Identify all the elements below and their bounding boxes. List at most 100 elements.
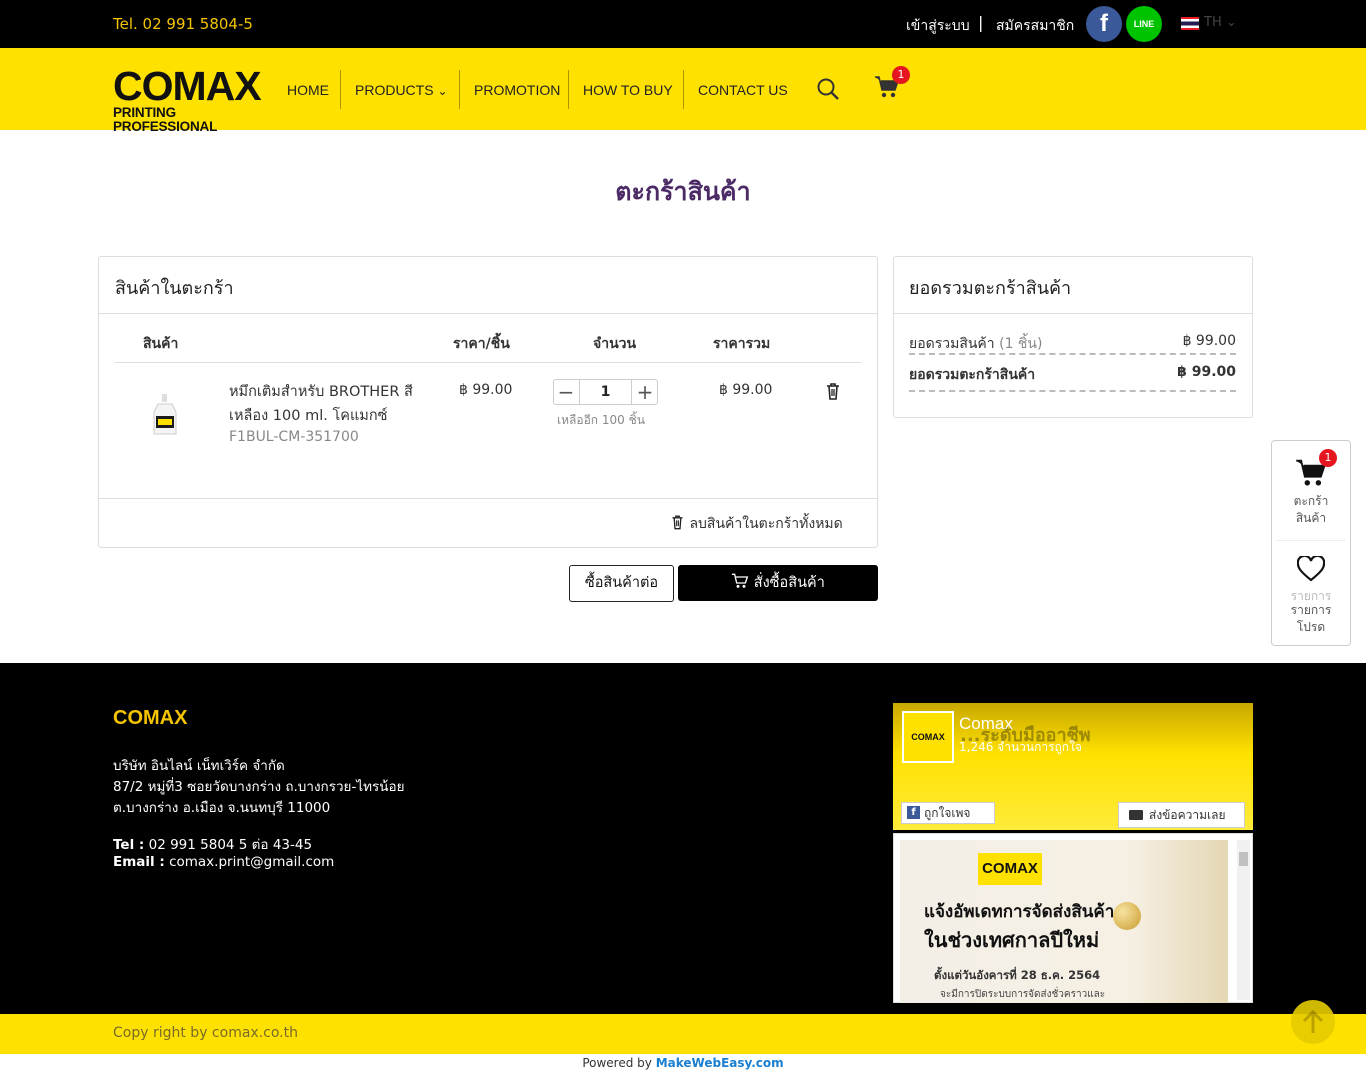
page-title: ตะกร้าสินค้า — [615, 177, 751, 206]
cart-icon — [732, 573, 749, 588]
divider — [99, 313, 877, 314]
chevron-down-icon: ⌄ — [1225, 15, 1237, 30]
chevron-down-icon: ⌄ — [437, 84, 448, 98]
divider — [99, 498, 877, 499]
subtotal-row: ยอดรวมสินค้า (1 ชิ้น) ฿ 99.00 — [909, 333, 1236, 355]
nav-contact[interactable]: CONTACT US — [698, 82, 788, 98]
cart-count-badge: 1 — [892, 66, 910, 84]
logo-wordmark: COMAX — [113, 63, 262, 109]
register-link[interactable]: สมัครสมาชิก — [996, 15, 1074, 37]
powered-by: Powered by MakeWebEasy.com — [0, 1056, 1366, 1070]
grand-total-row: ยอดรวมตะกร้าสินค้า ฿ 99.00 — [909, 364, 1236, 386]
fb-message-button[interactable]: ส่งข้อความเลย — [1118, 802, 1245, 828]
message-icon — [1129, 810, 1143, 820]
footer-tel-label: Tel : — [113, 837, 145, 853]
footer-address-2: ต.บางกร่าง อ.เมือง จ.นนทบุรี 11000 — [113, 800, 331, 816]
nav-how-to-buy[interactable]: HOW TO BUY — [583, 82, 673, 98]
nav-divider — [568, 70, 569, 109]
nav-promotion[interactable]: PROMOTION — [474, 82, 560, 98]
powered-by-link[interactable]: MakeWebEasy.com — [656, 1056, 784, 1070]
divider — [1276, 540, 1346, 541]
quantity-decrease-button[interactable]: − — [554, 381, 578, 403]
quantity-increase-button[interactable]: + — [633, 381, 657, 403]
delete-item-icon[interactable] — [824, 382, 842, 400]
heart-icon[interactable] — [1297, 556, 1325, 582]
grand-total-label: ยอดรวมตะกร้าสินค้า — [909, 367, 1036, 383]
facebook-icon: f — [907, 806, 920, 819]
col-header-unit-price: ราคา/ชิ้น — [453, 336, 510, 352]
facebook-icon[interactable]: f — [1086, 6, 1122, 42]
divider — [909, 390, 1236, 392]
top-separator: | — [978, 13, 984, 32]
fb-like-label: ถูกใจเพจ — [924, 806, 971, 820]
divider — [115, 362, 861, 363]
product-unit-price: ฿ 99.00 — [459, 382, 513, 398]
fb-post-line-3: ตั้งแต่วันอังคารที่ 28 ธ.ค. 2564 — [934, 968, 1101, 982]
line-icon[interactable]: LINE — [1126, 6, 1162, 42]
footer-email-label: Email : — [113, 854, 165, 870]
continue-shopping-button[interactable]: ซื้อสินค้าต่อ — [569, 565, 674, 602]
checkout-button[interactable]: สั่งซื้อสินค้า — [678, 565, 878, 601]
fb-page-name[interactable]: Comax — [959, 714, 1013, 734]
stock-remaining: เหลืออีก 100 ชิ้น — [557, 413, 645, 427]
footer-email-value[interactable]: comax.print@gmail.com — [169, 854, 334, 870]
fb-post-line-2: ในช่วงเทศกาลปีใหม่ — [924, 928, 1100, 952]
quantity-stepper: − 1 + — [553, 379, 658, 405]
product-name[interactable]: หมึกเติมสำหรับ BROTHER สีเหลือง 100 ml. … — [229, 380, 434, 428]
ornament-image — [1113, 902, 1141, 930]
powered-by-label: Powered by — [582, 1056, 652, 1070]
trash-icon — [672, 515, 683, 530]
fb-page-avatar[interactable]: COMAX — [902, 711, 954, 763]
nav-divider — [459, 70, 460, 109]
footer-address-1: 87/2 หมู่ที่3 ซอยวัดบางกร่าง ถ.บางกรวย-ไ… — [113, 779, 405, 795]
comax-logo[interactable]: COMAX PRINTING PROFESSIONAL — [113, 63, 263, 134]
phone-number[interactable]: Tel. 02 991 5804-5 — [113, 15, 253, 33]
arrow-up-icon — [1302, 1009, 1324, 1033]
footer-tel-value[interactable]: 02 991 5804 5 ต่อ 43-45 — [149, 837, 312, 853]
fb-like-count: 1,246 จำนวนการถูกใจ — [959, 740, 1082, 754]
login-link[interactable]: เข้าสู่ระบบ — [906, 15, 970, 37]
subtotal-count: (1 ชิ้น) — [999, 336, 1043, 352]
nav-divider — [340, 70, 341, 109]
fb-scrollbar-thumb[interactable] — [1239, 852, 1248, 866]
subtotal-value: ฿ 99.00 — [1182, 333, 1236, 349]
footer-company: บริษัท อินไลน์ เน็ทเวิร์ค จำกัด — [113, 758, 285, 774]
floating-cart-label-1[interactable]: ตะกร้า — [1274, 493, 1348, 510]
floating-wishlist-label-2[interactable]: รายการ — [1274, 602, 1348, 619]
cart-summary-title: ยอดรวมตะกร้าสินค้า — [909, 278, 1072, 299]
subtotal-label: ยอดรวมสินค้า — [909, 336, 995, 352]
footer-brand: COMAX — [113, 707, 188, 729]
footer-tel: Tel : 02 991 5804 5 ต่อ 43-45 — [113, 833, 312, 855]
floating-wishlist-label-3[interactable]: โปรด — [1274, 619, 1348, 636]
thai-flag-icon[interactable] — [1181, 17, 1199, 30]
product-sku: F1BUL-CM-351700 — [229, 429, 359, 445]
checkout-label: สั่งซื้อสินค้า — [753, 575, 825, 591]
product-thumbnail[interactable] — [150, 394, 180, 436]
logo-tagline: PRINTING PROFESSIONAL — [113, 105, 218, 134]
product-line-total: ฿ 99.00 — [719, 382, 773, 398]
fb-post-logo: COMAX — [978, 853, 1042, 885]
quantity-input[interactable]: 1 — [579, 380, 632, 404]
divider — [894, 313, 1252, 314]
fb-like-button[interactable]: f ถูกใจเพจ — [901, 802, 995, 824]
language-label: TH — [1204, 15, 1222, 30]
fb-post-line-4: จะมีการปิดระบบการจัดส่งชั่วคราวและ — [940, 989, 1106, 1000]
nav-divider — [683, 70, 684, 109]
cart-panel-title: สินค้าในตะกร้า — [115, 278, 234, 299]
fb-message-label: ส่งข้อความเลย — [1149, 808, 1226, 822]
language-selector[interactable]: TH ⌄ — [1204, 15, 1237, 30]
grand-total-value: ฿ 99.00 — [1177, 364, 1236, 380]
search-icon[interactable] — [816, 77, 840, 101]
footer-email: Email : comax.print@gmail.com — [113, 854, 334, 870]
clear-cart-label: ลบสินค้าในตะกร้าทั้งหมด — [689, 516, 843, 532]
nav-products[interactable]: PRODUCTS ⌄ — [355, 82, 448, 98]
floating-cart-label-2[interactable]: สินค้า — [1274, 510, 1348, 527]
copyright-text: Copy right by comax.co.th — [113, 1025, 298, 1041]
nav-home[interactable]: HOME — [287, 82, 329, 98]
back-to-top-button[interactable] — [1291, 1000, 1335, 1044]
col-header-quantity: จำนวน — [593, 336, 637, 352]
divider — [909, 353, 1236, 355]
clear-cart-button[interactable]: ลบสินค้าในตะกร้าทั้งหมด — [670, 513, 843, 535]
col-header-total: ราคารวม — [713, 336, 771, 352]
floating-cart-badge: 1 — [1319, 449, 1337, 467]
